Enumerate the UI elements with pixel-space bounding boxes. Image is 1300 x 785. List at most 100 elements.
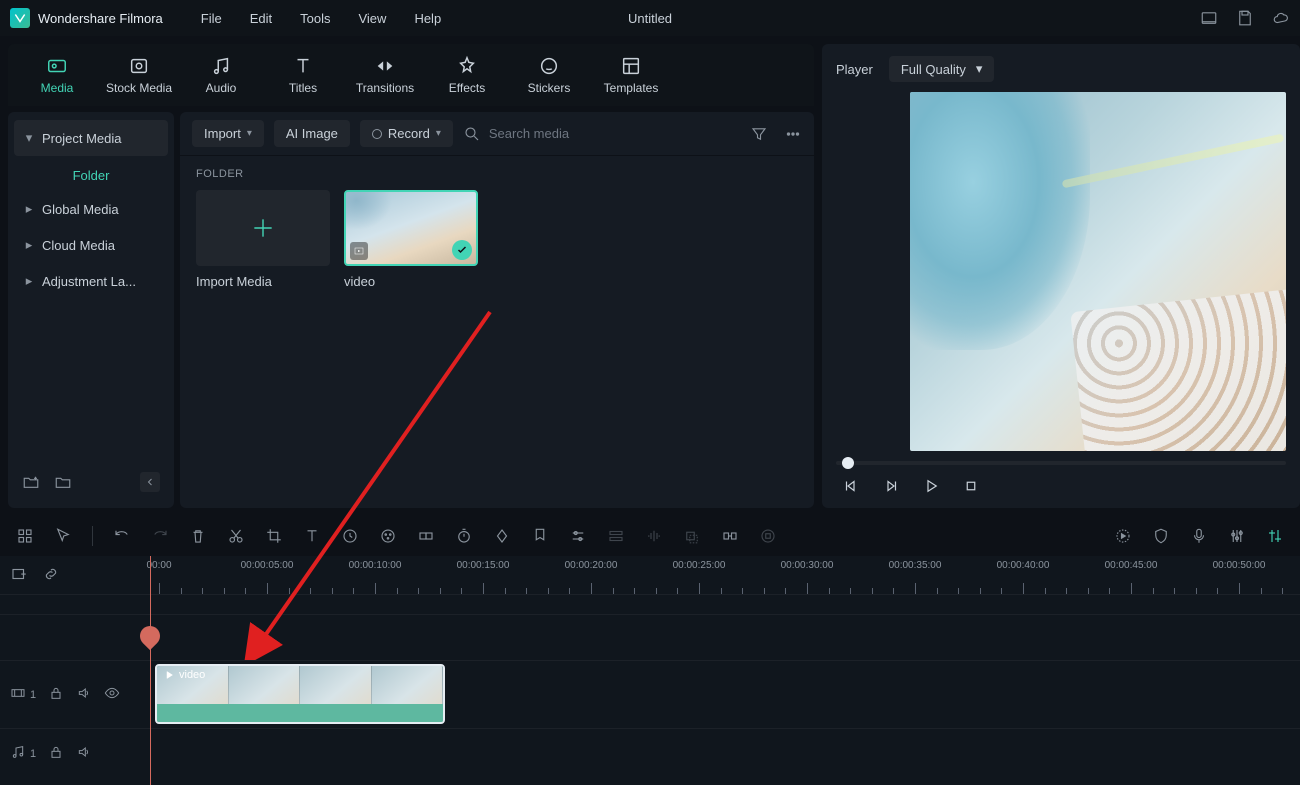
lock-icon[interactable] <box>48 685 64 704</box>
media-item-video[interactable]: video <box>344 190 478 289</box>
add-track-icon[interactable] <box>10 565 28 586</box>
group-icon[interactable] <box>683 527 701 545</box>
collapse-sidebar-button[interactable] <box>140 472 160 492</box>
visibility-icon[interactable] <box>104 685 120 704</box>
crop-icon[interactable] <box>265 527 283 545</box>
sidebar-item-cloud-media[interactable]: ▸ Cloud Media <box>14 227 168 263</box>
marker-icon[interactable] <box>531 527 549 545</box>
media-toolbar: Import ▾ AI Image Record ▾ <box>180 112 814 156</box>
sidebar-item-project-media[interactable]: ▾ Project Media <box>14 120 168 156</box>
menu-view[interactable]: View <box>358 11 386 26</box>
next-frame-button[interactable] <box>882 477 900 498</box>
shield-icon[interactable] <box>1152 527 1170 545</box>
tab-audio[interactable]: Audio <box>180 47 262 103</box>
check-icon <box>452 240 472 260</box>
ruler-label: 00:00:10:00 <box>349 560 402 571</box>
search-icon <box>463 125 481 143</box>
track-icon[interactable] <box>607 527 625 545</box>
media-sidebar: ▾ Project Media Folder ▸ Global Media ▸ … <box>8 112 174 508</box>
link-icon[interactable] <box>42 565 60 586</box>
record-button[interactable]: Record ▾ <box>360 120 453 147</box>
timeline-ruler[interactable]: 00:0000:00:05:0000:00:10:0000:00:15:0000… <box>150 556 1300 594</box>
sidebar-item-global-media[interactable]: ▸ Global Media <box>14 191 168 227</box>
chevron-down-icon: ▾ <box>436 128 441 139</box>
sidebar-item-adjustment-layer[interactable]: ▸ Adjustment La... <box>14 263 168 299</box>
ai-image-button[interactable]: AI Image <box>274 120 350 147</box>
tab-templates[interactable]: Templates <box>590 47 672 103</box>
text-icon[interactable] <box>303 527 321 545</box>
color-icon[interactable] <box>379 527 397 545</box>
import-media-card[interactable]: Import Media <box>196 190 330 289</box>
cut-icon[interactable] <box>227 527 245 545</box>
timer-icon[interactable] <box>455 527 473 545</box>
layout-grid-icon[interactable] <box>16 527 34 545</box>
magnet-icon[interactable] <box>1266 527 1284 545</box>
stop-button[interactable] <box>962 477 980 498</box>
detach-icon[interactable] <box>417 527 435 545</box>
tab-stickers-label: Stickers <box>528 81 571 95</box>
menu-help[interactable]: Help <box>414 11 441 26</box>
audio-wave-icon[interactable] <box>645 527 663 545</box>
tab-stickers[interactable]: Stickers <box>508 47 590 103</box>
select-tool-icon[interactable] <box>54 527 72 545</box>
import-thumb[interactable] <box>196 190 330 266</box>
prev-frame-button[interactable] <box>842 477 860 498</box>
chevron-right-icon: ▸ <box>24 237 34 253</box>
filter-icon[interactable] <box>750 125 768 143</box>
save-icon[interactable] <box>1236 9 1254 27</box>
main-menu: File Edit Tools View Help <box>201 11 441 26</box>
mute-icon[interactable] <box>76 685 92 704</box>
clip-label: video <box>179 669 205 681</box>
search-input[interactable] <box>489 126 740 141</box>
ruler-label: 00:00:45:00 <box>1105 560 1158 571</box>
section-folder-label: FOLDER <box>196 168 798 180</box>
ai-image-label: AI Image <box>286 126 338 141</box>
menu-edit[interactable]: Edit <box>250 11 272 26</box>
ruler-label: 00:00:40:00 <box>997 560 1050 571</box>
adjust-icon[interactable] <box>569 527 587 545</box>
new-folder-icon[interactable] <box>54 473 72 491</box>
app-title: Wondershare Filmora <box>38 11 163 26</box>
quality-select[interactable]: Full Quality ▾ <box>889 56 995 82</box>
sidebar-label: Project Media <box>42 131 121 146</box>
undo-icon[interactable] <box>113 527 131 545</box>
redo-icon[interactable] <box>151 527 169 545</box>
timeline-clip-video[interactable]: video <box>155 664 445 724</box>
quality-value: Full Quality <box>901 62 966 77</box>
progress-knob[interactable] <box>842 457 854 469</box>
tab-effects[interactable]: Effects <box>426 47 508 103</box>
import-label: Import <box>204 126 241 141</box>
snap-icon[interactable] <box>721 527 739 545</box>
record-label: Record <box>388 126 430 141</box>
speed-icon[interactable] <box>341 527 359 545</box>
chevron-down-icon: ▾ <box>247 128 252 139</box>
tab-media[interactable]: Media <box>16 47 98 103</box>
video-preview[interactable] <box>910 92 1286 451</box>
chevron-down-icon: ▾ <box>24 130 34 146</box>
add-to-timeline-icon[interactable] <box>350 242 368 260</box>
playback-progress[interactable] <box>836 461 1286 465</box>
menu-file[interactable]: File <box>201 11 222 26</box>
menu-tools[interactable]: Tools <box>300 11 330 26</box>
import-button[interactable]: Import ▾ <box>192 120 264 147</box>
tab-transitions[interactable]: Transitions <box>344 47 426 103</box>
cloud-icon[interactable] <box>1272 9 1290 27</box>
tab-titles[interactable]: Titles <box>262 47 344 103</box>
mute-icon[interactable] <box>76 744 92 763</box>
folder-label[interactable]: Folder <box>14 156 168 191</box>
mixer-icon[interactable] <box>1228 527 1246 545</box>
lock-icon[interactable] <box>48 744 64 763</box>
more-icon[interactable] <box>784 125 802 143</box>
mic-icon[interactable] <box>1190 527 1208 545</box>
delete-icon[interactable] <box>189 527 207 545</box>
new-folder-plus-icon[interactable] <box>22 473 40 491</box>
tab-stock-media[interactable]: Stock Media <box>98 47 180 103</box>
document-title: Untitled <box>628 11 672 26</box>
sidebar-label: Global Media <box>42 202 119 217</box>
layout-icon[interactable] <box>1200 9 1218 27</box>
keyframe-icon[interactable] <box>493 527 511 545</box>
render-icon[interactable] <box>759 527 777 545</box>
play-button[interactable] <box>922 477 940 498</box>
video-thumb[interactable] <box>344 190 478 266</box>
preview-render-icon[interactable] <box>1114 527 1132 545</box>
